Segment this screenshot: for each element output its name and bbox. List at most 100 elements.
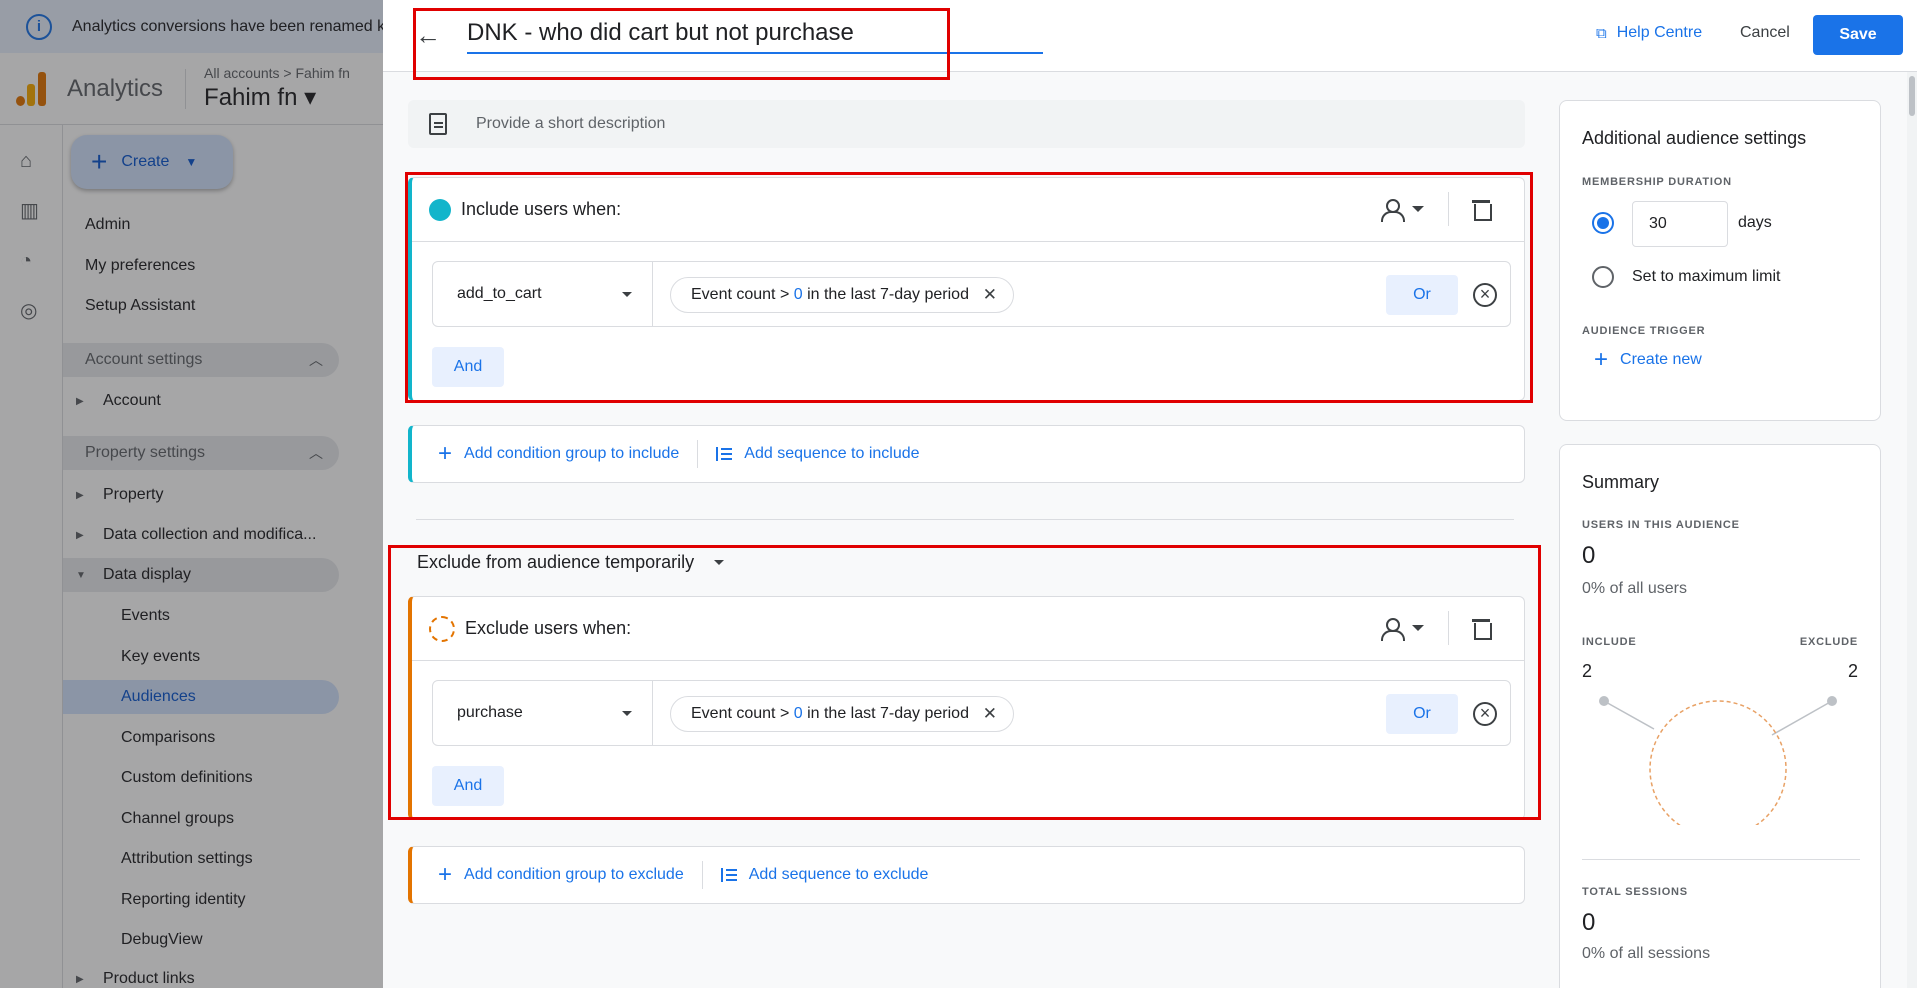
audience-overlap-diagram xyxy=(1599,696,1837,825)
plus-icon: + xyxy=(438,440,453,467)
include-condition-card: Include users when: add_to_cart Event co… xyxy=(408,177,1525,401)
condition-value: 0 xyxy=(793,705,803,722)
condition-value: 0 xyxy=(793,286,803,303)
users-value: 0 xyxy=(1582,542,1596,569)
include-condition-row: add_to_cart Event count > 0 in the last … xyxy=(432,261,1511,327)
settings-title: Additional audience settings xyxy=(1582,128,1807,148)
divider xyxy=(697,440,699,468)
max-limit-radio[interactable] xyxy=(1592,266,1614,288)
include-card-header: Include users when: xyxy=(412,178,1524,242)
membership-caption: MEMBERSHIP DURATION xyxy=(1582,176,1732,188)
summary-title: Summary xyxy=(1582,472,1660,492)
exclude-count: 2 xyxy=(1847,661,1858,681)
additional-settings-card: Additional audience settings MEMBERSHIP … xyxy=(1559,100,1881,421)
create-new-label: Create new xyxy=(1620,351,1702,368)
section-divider xyxy=(416,519,1514,520)
sequence-icon xyxy=(716,447,733,461)
chevron-down-icon[interactable] xyxy=(1412,206,1424,212)
divider xyxy=(701,861,703,889)
divider xyxy=(1448,611,1449,645)
exclude-event-select[interactable]: purchase xyxy=(433,681,653,745)
chevron-down-icon xyxy=(714,560,725,565)
back-arrow-icon[interactable]: ← xyxy=(415,20,445,50)
event-name: purchase xyxy=(457,704,523,721)
sessions-pct: 0% of all sessions xyxy=(1582,945,1711,962)
chevron-down-icon xyxy=(622,711,632,716)
user-scope-icon[interactable] xyxy=(1381,618,1405,641)
condition-suffix: in the last 7-day period xyxy=(802,286,969,303)
exclude-condition-card: Exclude users when: purchase Event count… xyxy=(408,596,1525,820)
days-unit: days xyxy=(1738,214,1772,231)
add-sequence-include-button[interactable]: Add sequence to include xyxy=(716,445,920,463)
description-placeholder: Provide a short description xyxy=(476,115,666,132)
divider xyxy=(1582,859,1860,860)
save-button[interactable]: Save xyxy=(1813,15,1903,55)
sessions-caption: TOTAL SESSIONS xyxy=(1582,886,1688,898)
document-icon xyxy=(429,113,447,135)
chevron-down-icon xyxy=(622,292,632,297)
exclude-card-header: Exclude users when: xyxy=(412,597,1524,661)
audience-builder-panel: ← ⧉ Help Centre Cancel Save Provide a sh… xyxy=(383,0,1917,988)
external-link-icon: ⧉ xyxy=(1596,24,1607,42)
delete-icon[interactable] xyxy=(1472,198,1492,221)
add-sequence-exclude-button[interactable]: Add sequence to exclude xyxy=(720,866,929,884)
include-dot-icon xyxy=(429,198,451,221)
event-name: add_to_cart xyxy=(457,285,542,302)
divider xyxy=(1448,192,1449,226)
remove-condition-icon[interactable]: × xyxy=(1473,283,1497,307)
exclude-dot-icon xyxy=(429,615,455,642)
audience-name-input[interactable] xyxy=(467,14,1043,54)
include-add-row: + Add condition group to include Add seq… xyxy=(408,425,1525,483)
remove-condition-icon[interactable]: × xyxy=(1473,702,1497,726)
help-label: Help Centre xyxy=(1616,24,1703,41)
add-group-label: Add condition group to include xyxy=(464,445,680,462)
plus-icon: + xyxy=(438,861,453,888)
duration-radio[interactable] xyxy=(1592,212,1614,234)
exclude-mode-select[interactable]: Exclude from audience temporarily xyxy=(417,552,725,573)
condition-prefix: Event count > xyxy=(691,286,794,303)
sequence-icon xyxy=(720,868,737,882)
add-condition-group-exclude-button[interactable]: + Add condition group to exclude xyxy=(438,861,684,888)
exclude-header-label: Exclude users when: xyxy=(465,618,632,638)
exclude-condition-row: purchase Event count > 0 in the last 7-d… xyxy=(432,680,1511,746)
users-pct: 0% of all users xyxy=(1582,580,1687,597)
exclude-add-row: + Add condition group to exclude Add seq… xyxy=(408,846,1525,904)
or-button[interactable]: Or xyxy=(1386,694,1458,734)
trigger-caption: AUDIENCE TRIGGER xyxy=(1582,325,1706,337)
plus-icon: + xyxy=(1594,346,1609,373)
exclude-condition-chip[interactable]: Event count > 0 in the last 7-day period… xyxy=(670,696,1014,732)
create-trigger-button[interactable]: + Create new xyxy=(1594,346,1702,373)
add-sequence-label: Add sequence to include xyxy=(744,445,920,462)
or-button[interactable]: Or xyxy=(1386,275,1458,315)
and-button[interactable]: And xyxy=(432,766,504,806)
and-button[interactable]: And xyxy=(432,347,504,387)
description-field[interactable]: Provide a short description xyxy=(408,100,1525,148)
sessions-value: 0 xyxy=(1582,909,1596,936)
users-caption: USERS IN THIS AUDIENCE xyxy=(1582,519,1740,531)
condition-prefix: Event count > xyxy=(691,705,794,722)
close-icon[interactable]: ✕ xyxy=(983,704,997,724)
exclude-mode-label: Exclude from audience temporarily xyxy=(417,552,695,572)
add-group-label: Add condition group to exclude xyxy=(464,866,684,883)
help-centre-link[interactable]: ⧉ Help Centre xyxy=(1596,24,1702,42)
close-icon[interactable]: ✕ xyxy=(983,285,997,305)
include-event-select[interactable]: add_to_cart xyxy=(433,262,653,326)
condition-suffix: in the last 7-day period xyxy=(802,705,969,722)
add-sequence-label: Add sequence to exclude xyxy=(748,866,929,883)
delete-icon[interactable] xyxy=(1472,617,1492,640)
user-scope-icon[interactable] xyxy=(1381,199,1405,222)
scrollbar-thumb[interactable] xyxy=(1909,76,1915,116)
scrollbar[interactable] xyxy=(1907,72,1917,988)
max-limit-label: Set to maximum limit xyxy=(1632,268,1781,285)
include-header-label: Include users when: xyxy=(461,199,622,219)
cancel-button[interactable]: Cancel xyxy=(1740,24,1790,42)
chevron-down-icon[interactable] xyxy=(1412,625,1424,631)
days-input[interactable] xyxy=(1632,201,1728,247)
add-condition-group-include-button[interactable]: + Add condition group to include xyxy=(438,440,680,467)
include-caption: INCLUDE xyxy=(1582,636,1637,648)
panel-header: ← ⧉ Help Centre Cancel Save xyxy=(383,0,1917,72)
exclude-caption: EXCLUDE xyxy=(1799,636,1858,648)
include-count: 2 xyxy=(1582,661,1593,681)
summary-card: Summary USERS IN THIS AUDIENCE 0 0% of a… xyxy=(1559,444,1881,988)
include-condition-chip[interactable]: Event count > 0 in the last 7-day period… xyxy=(670,277,1014,313)
